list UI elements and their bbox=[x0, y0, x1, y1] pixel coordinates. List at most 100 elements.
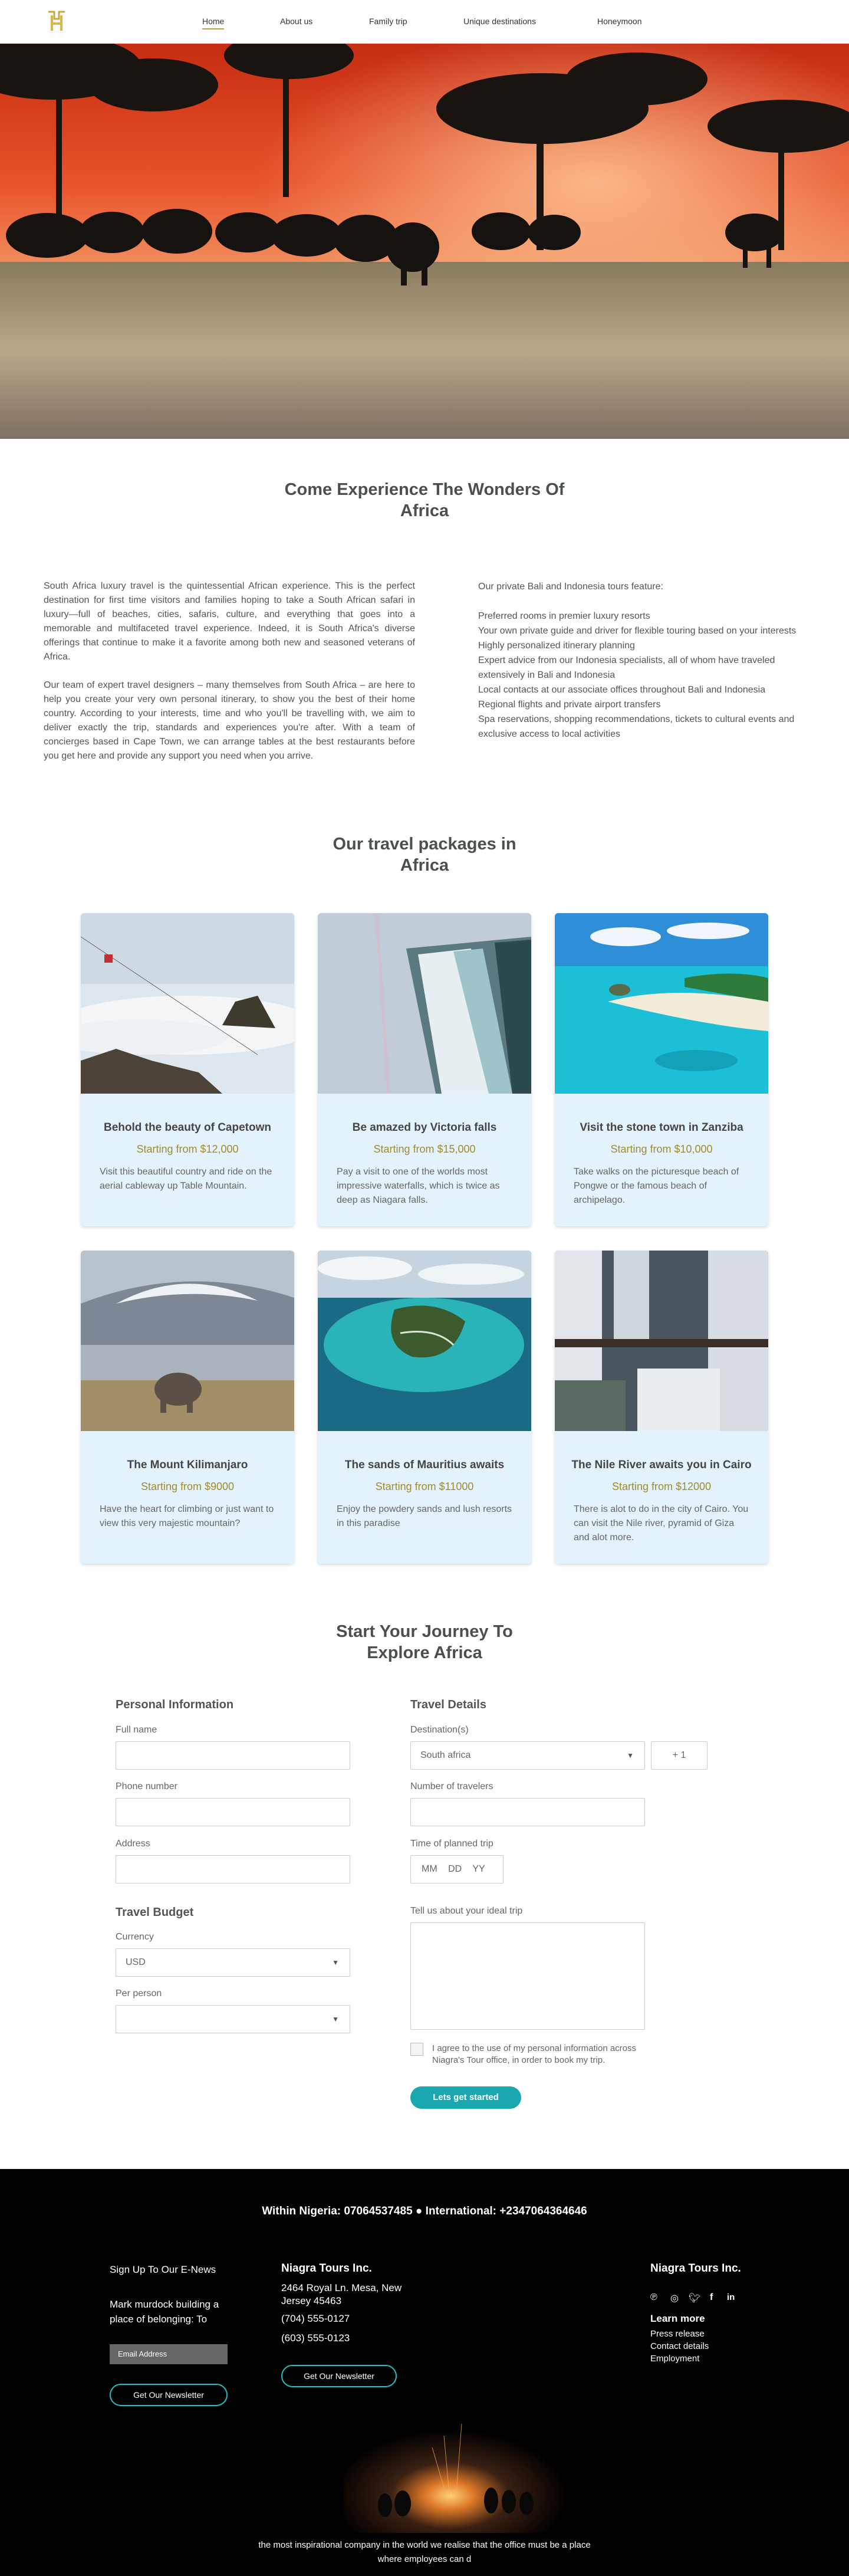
zanzibar-image bbox=[555, 913, 768, 1094]
link-contact-details[interactable]: Contact details bbox=[650, 2340, 709, 2352]
site-logo[interactable] bbox=[46, 8, 67, 34]
mauritius-image bbox=[318, 1251, 531, 1431]
submit-button[interactable]: Lets get started bbox=[410, 2086, 521, 2109]
destination-value: South africa bbox=[420, 1750, 471, 1760]
nile-image bbox=[555, 1251, 768, 1431]
tagline-line1: the most inspirational company in the wo… bbox=[258, 2540, 591, 2550]
instagram-icon[interactable]: ◎ bbox=[670, 2292, 679, 2304]
signup-text: Mark murdock building a place of belongi… bbox=[110, 2297, 219, 2326]
learn-more-heading: Learn more bbox=[650, 2313, 705, 2324]
card-price: Starting from $10,000 bbox=[610, 1143, 713, 1155]
signup-heading: Sign Up To Our E-News bbox=[110, 2264, 216, 2275]
date-yy: YY bbox=[472, 1864, 485, 1874]
newsletter-button-2[interactable]: Get Our Newsletter bbox=[281, 2365, 397, 2387]
packages-title-line1: Our travel packages in bbox=[333, 835, 516, 854]
victoria-falls-image bbox=[318, 913, 531, 1094]
footer-links: Press release Contact details Employment bbox=[650, 2328, 709, 2365]
link-press-release[interactable]: Press release bbox=[650, 2328, 709, 2340]
currency-select[interactable]: USD ▼ bbox=[116, 1948, 350, 1977]
feature-item: Expert advice from our Indonesia special… bbox=[478, 655, 775, 680]
date-mm: MM bbox=[422, 1864, 437, 1874]
address-line2: Jersey 45463 bbox=[281, 2295, 342, 2306]
newsletter-button-1[interactable]: Get Our Newsletter bbox=[110, 2384, 228, 2406]
card-title: Visit the stone town in Zanziba bbox=[580, 1121, 743, 1134]
intro-paragraph-2: Our team of expert travel designers – ma… bbox=[44, 680, 415, 761]
personal-info-heading: Personal Information bbox=[116, 1698, 234, 1711]
card-description: Have the heart for climbing or just want… bbox=[100, 1504, 274, 1528]
date-dd: DD bbox=[448, 1864, 462, 1874]
phone-label: Phone number bbox=[116, 1781, 177, 1791]
nav-unique-destinations[interactable]: Unique destinations bbox=[463, 17, 536, 26]
signup-line1: Mark murdock building a bbox=[110, 2299, 219, 2310]
consent-checkbox[interactable] bbox=[410, 2043, 423, 2056]
card-title: The sands of Mauritius awaits bbox=[344, 1459, 505, 1471]
footer-phone-2: (603) 555-0123 bbox=[281, 2332, 350, 2344]
form-title-line2: Explore Africa bbox=[367, 1643, 482, 1662]
ideal-trip-textarea[interactable] bbox=[410, 1922, 645, 2030]
card-title: Be amazed by Victoria falls bbox=[352, 1121, 497, 1134]
full-name-input[interactable] bbox=[116, 1741, 350, 1770]
package-card-nile[interactable]: The Nile River awaits you in Cairo Start… bbox=[555, 1251, 768, 1564]
intro-title-line2: Africa bbox=[400, 501, 449, 520]
card-description: Visit this beautiful country and ride on… bbox=[100, 1167, 272, 1191]
signup-line2: place of belonging: To bbox=[110, 2314, 208, 2325]
card-description: Pay a visit to one of the worlds most im… bbox=[337, 1167, 500, 1205]
package-card-victoria-falls[interactable]: Be amazed by Victoria falls Starting fro… bbox=[318, 913, 531, 1226]
address-input[interactable] bbox=[116, 1855, 350, 1883]
card-price: Starting from $11000 bbox=[375, 1481, 474, 1492]
chevron-down-icon: ▼ bbox=[627, 1751, 634, 1760]
phone-input[interactable] bbox=[116, 1798, 350, 1826]
footer-tagline: the most inspirational company in the wo… bbox=[0, 2538, 849, 2567]
facebook-icon[interactable]: f bbox=[710, 2292, 713, 2303]
package-card-zanzibar[interactable]: Visit the stone town in Zanziba Starting… bbox=[555, 913, 768, 1226]
travel-budget-heading: Travel Budget bbox=[116, 1906, 194, 1919]
packages-title: Our travel packages in Africa bbox=[0, 833, 849, 876]
twitter-icon[interactable]: 🐦︎ bbox=[689, 2292, 700, 2304]
trip-date-input[interactable]: MM DD YY bbox=[410, 1855, 504, 1883]
card-price: Starting from $9000 bbox=[140, 1481, 235, 1492]
nav-honeymoon[interactable]: Honeymoon bbox=[597, 17, 642, 26]
card-description: Take walks on the picturesque beach of P… bbox=[574, 1167, 739, 1205]
address-line1: 2464 Royal Ln. Mesa, New bbox=[281, 2282, 402, 2293]
capetown-image bbox=[81, 913, 294, 1094]
nav-family-trip[interactable]: Family trip bbox=[369, 17, 407, 26]
ideal-trip-label: Tell us about your ideal trip bbox=[410, 1906, 523, 1916]
footer-company-name: Niagra Tours Inc. bbox=[281, 2262, 372, 2275]
hero-image bbox=[0, 44, 849, 439]
pinterest-icon[interactable]: ℗ bbox=[650, 2292, 657, 2303]
footer-right-company: Niagra Tours Inc. bbox=[650, 2262, 741, 2275]
card-price: Starting from $12,000 bbox=[136, 1143, 239, 1155]
card-title: Behold the beauty of Capetown bbox=[104, 1121, 271, 1134]
package-card-kilimanjaro[interactable]: The Mount Kilimanjaro Starting from $900… bbox=[81, 1251, 294, 1564]
per-person-label: Per person bbox=[116, 1988, 162, 1999]
nav-about-us[interactable]: About us bbox=[280, 17, 312, 26]
card-price: Starting from $15,000 bbox=[373, 1143, 476, 1155]
linkedin-icon[interactable]: in bbox=[727, 2292, 735, 2302]
currency-value: USD bbox=[126, 1957, 146, 1967]
card-title: The Nile River awaits you in Cairo bbox=[571, 1459, 752, 1471]
feature-item: Preferred rooms in premier luxury resort… bbox=[478, 611, 650, 621]
card-description: There is alot to do in the city of Cairo… bbox=[574, 1504, 749, 1543]
footer-phone-1: (704) 555-0127 bbox=[281, 2313, 350, 2324]
travelers-input[interactable] bbox=[410, 1798, 645, 1826]
footer-address: 2464 Royal Ln. Mesa, New Jersey 45463 bbox=[281, 2282, 402, 2308]
consent-line1: I agree to the use of my personal inform… bbox=[432, 2043, 637, 2053]
card-title: The Mount Kilimanjaro bbox=[127, 1459, 248, 1471]
intro-paragraph-1: South Africa luxury travel is the quinte… bbox=[44, 581, 415, 662]
nav-home[interactable]: Home bbox=[202, 17, 225, 29]
link-employment[interactable]: Employment bbox=[650, 2352, 709, 2365]
destination-select[interactable]: South africa ▼ bbox=[410, 1741, 645, 1770]
form-title-line1: Start Your Journey To bbox=[336, 1622, 513, 1641]
feature-item: Highly personalized itinerary planning bbox=[478, 641, 635, 651]
intro-title: Come Experience The Wonders Of Africa bbox=[0, 479, 849, 521]
tagline-line2: where employees can d bbox=[377, 2554, 472, 2564]
feature-item: Spa reservations, shopping recommendatio… bbox=[478, 714, 795, 739]
package-card-capetown[interactable]: Behold the beauty of Capetown Starting f… bbox=[81, 913, 294, 1226]
email-input[interactable]: Email Address bbox=[110, 2344, 228, 2364]
per-person-select[interactable]: ▼ bbox=[116, 2005, 350, 2033]
kilimanjaro-image bbox=[81, 1251, 294, 1431]
package-card-mauritius[interactable]: The sands of Mauritius awaits Starting f… bbox=[318, 1251, 531, 1564]
add-destination-button[interactable]: + 1 bbox=[651, 1741, 708, 1770]
destination-label: Destination(s) bbox=[410, 1725, 469, 1735]
consent-line2: Niagra's Tour office, in order to book m… bbox=[432, 2055, 606, 2065]
